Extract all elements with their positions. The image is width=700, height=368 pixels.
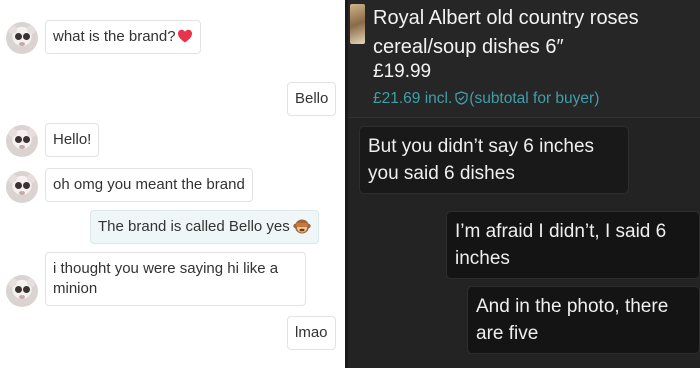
message-text: I’m afraid I didn’t, I said 6 inches bbox=[455, 221, 667, 269]
message-bubble-other: what is the brand? bbox=[45, 20, 201, 54]
message-text: Hello! bbox=[53, 131, 92, 148]
heart-emoji-icon bbox=[177, 29, 192, 43]
message-bubble-mine: And in the photo, there are five bbox=[467, 286, 700, 354]
shield-check-icon bbox=[455, 91, 468, 105]
avatar[interactable] bbox=[6, 22, 38, 54]
product-price: £19.99 bbox=[373, 61, 432, 82]
product-thumbnail[interactable] bbox=[350, 4, 365, 44]
message-text: Bello bbox=[295, 90, 329, 107]
message-bubble-mine: I’m afraid I didn’t, I said 6 inches bbox=[446, 211, 700, 279]
avatar[interactable] bbox=[6, 125, 38, 157]
message-bubble-mine: Bello bbox=[287, 82, 337, 116]
incl-price: £21.69 incl. bbox=[373, 90, 453, 107]
message-text: i thought you were saying hi like a mini… bbox=[53, 260, 279, 297]
product-title: Royal Albert old country roses cereal/so… bbox=[373, 7, 639, 58]
message-bubble-other: i thought you were saying hi like a mini… bbox=[45, 252, 306, 306]
left-chat-panel: what is the brand? Bello Hello! oh omg y… bbox=[0, 0, 345, 368]
see-no-evil-monkey-emoji-icon bbox=[293, 219, 311, 234]
message-bubble-mine: lmao bbox=[287, 316, 336, 350]
message-bubble-other: Hello! bbox=[45, 123, 100, 157]
message-bubble-other: But you didn’t say 6 inches you said 6 d… bbox=[359, 126, 629, 194]
avatar[interactable] bbox=[6, 275, 38, 307]
message-text: But you didn’t say 6 inches you said 6 d… bbox=[368, 136, 595, 184]
message-bubble-other: oh omg you meant the brand bbox=[45, 168, 253, 202]
incl-note: (subtotal for buyer) bbox=[469, 90, 600, 107]
message-text: oh omg you meant the brand bbox=[53, 176, 245, 193]
message-text: The brand is called Bello yes bbox=[98, 218, 290, 235]
avatar[interactable] bbox=[6, 171, 38, 203]
message-text: And in the photo, there are five bbox=[476, 296, 669, 344]
right-chat-panel: Royal Albert old country roses cereal/so… bbox=[348, 0, 700, 368]
buyer-price-line[interactable]: £21.69 incl. (subtotal for buyer) bbox=[373, 89, 599, 109]
message-bubble-mine: The brand is called Bello yes bbox=[90, 210, 319, 244]
message-text: lmao bbox=[295, 324, 328, 341]
message-text: what is the brand? bbox=[53, 28, 176, 45]
product-card[interactable]: Royal Albert old country roses cereal/so… bbox=[348, 0, 700, 118]
